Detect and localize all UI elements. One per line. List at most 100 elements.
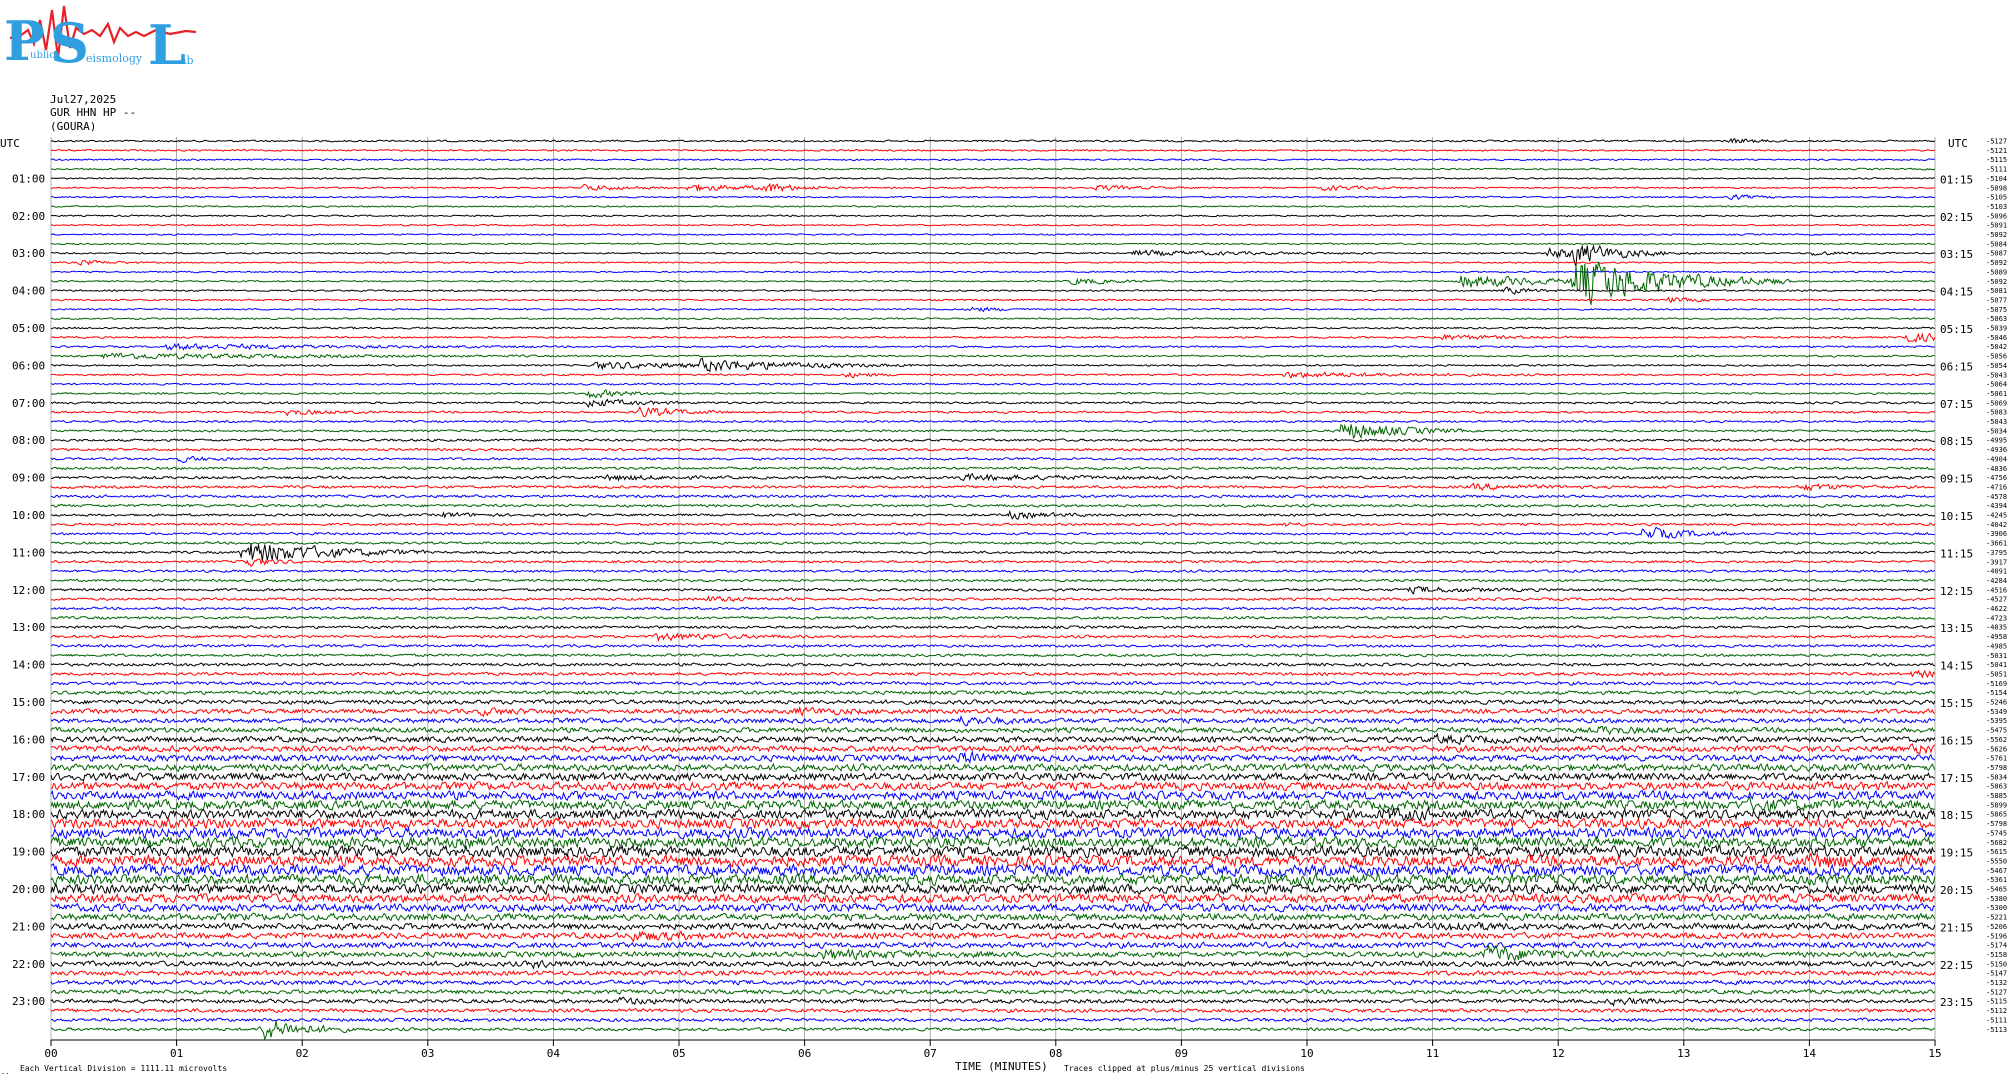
x-tick-label: 13 — [1677, 1047, 1690, 1060]
trace-offset-label: -5246 — [1986, 699, 2007, 707]
trace-row — [50, 690, 1936, 696]
trace-row — [50, 979, 1936, 986]
trace-row — [50, 743, 1936, 755]
right-hour-label: 15:15 — [1940, 697, 1973, 710]
trace-row — [50, 494, 1936, 499]
right-hour-label: 13:15 — [1940, 622, 1973, 635]
trace-row — [50, 795, 1936, 814]
right-hour-labels: 01:15 02:15 03:15 04:15 05:15 06:15 07:15 08:15… — [1940, 173, 1973, 1009]
trace-offset-label: -5467 — [1986, 867, 2007, 875]
utc-left-label: UTC — [0, 137, 20, 150]
trace-offset-label: -5103 — [1986, 203, 2007, 211]
trace-offset-label: -3917 — [1986, 558, 2007, 566]
trace-offset-label: -5147 — [1986, 970, 2007, 978]
logo-letter-p: P — [4, 9, 45, 73]
right-hour-label: 06:15 — [1940, 360, 1973, 373]
right-hour-label: 12:15 — [1940, 585, 1973, 598]
right-hour-label: 05:15 — [1940, 323, 1973, 336]
trace-row — [50, 851, 1936, 869]
right-hour-label: 09:15 — [1940, 473, 1973, 486]
trace-row — [50, 578, 1935, 583]
trace-offset-label: -5043 — [1986, 371, 2007, 379]
left-hour-label: 09:00 — [12, 472, 45, 485]
trace-row — [50, 725, 1936, 736]
trace-row — [50, 732, 1936, 746]
trace-row — [50, 137, 1936, 144]
trace-offset-label: -4835 — [1986, 624, 2007, 632]
trace-row — [50, 541, 1935, 545]
trace-offset-label: -5051 — [1986, 670, 2007, 678]
trace-row — [50, 902, 1936, 913]
left-hour-label: 12:00 — [12, 584, 45, 597]
trace-row — [50, 306, 1935, 313]
trace-offset-label: -5115 — [1986, 156, 2007, 164]
trace-row — [50, 1020, 1935, 1041]
right-hour-label: 08:15 — [1940, 435, 1973, 448]
trace-offset-label: -5092 — [1986, 278, 2007, 286]
trace-offset-label: -5300 — [1986, 904, 2007, 912]
trace-offset-label: -5127 — [1986, 138, 2007, 146]
logo-letter-s: S — [50, 11, 89, 75]
trace-row — [50, 569, 1936, 573]
trace-offset-label: -3795 — [1986, 549, 2007, 557]
left-hour-label: 03:00 — [12, 247, 45, 260]
header-date: Jul27,2025 — [50, 93, 116, 106]
psl-logo: P ublic S eismology L ab — [4, 5, 197, 77]
trace-row — [50, 789, 1935, 802]
trace-row — [50, 389, 1936, 399]
trace-row — [50, 892, 1936, 905]
trace-row — [50, 771, 1936, 782]
trace-row — [50, 669, 1936, 679]
trace-row — [50, 762, 1936, 773]
trace-offset-label: -5089 — [1986, 268, 2007, 276]
trace-row — [50, 817, 1936, 830]
left-hour-label: 15:00 — [12, 696, 45, 709]
x-tick-label: 06 — [798, 1047, 811, 1060]
header-site: (GOURA) — [50, 120, 96, 133]
scale-note: Each Vertical Division = 1111.11 microvo… — [20, 1064, 227, 1073]
trace-offset-label: -5682 — [1986, 839, 2007, 847]
clip-note: Traces clipped at plus/minus 25 vertical… — [1064, 1064, 1305, 1073]
logo-letter-l: L — [148, 13, 186, 77]
trace-row — [50, 643, 1936, 648]
trace-row — [50, 438, 1935, 443]
trace-offset-label: -5092 — [1986, 231, 2007, 239]
x-tick-label: 08 — [1049, 1047, 1062, 1060]
trace-row — [50, 223, 1935, 227]
trace-row — [50, 158, 1935, 162]
trace-row — [50, 371, 1935, 380]
left-hour-label: 04:00 — [12, 285, 45, 298]
trace-offset-label: -5063 — [1986, 315, 2007, 323]
trace-row — [50, 406, 1935, 418]
trace-offset-label: -4756 — [1986, 474, 2007, 482]
trace-offset-label: -5615 — [1986, 848, 2007, 856]
trace-row — [50, 988, 1936, 995]
trace-row — [50, 317, 1936, 321]
trace-offset-label: -4284 — [1986, 577, 2007, 585]
trace-row — [50, 844, 1935, 859]
left-hour-label: 19:00 — [12, 846, 45, 859]
trace-row — [50, 419, 1935, 424]
right-hour-label: 11:15 — [1940, 547, 1973, 560]
trace-row — [50, 680, 1936, 686]
trace-row — [50, 270, 1935, 274]
x-tick-label: 04 — [547, 1047, 561, 1060]
trace-row — [50, 261, 1935, 306]
trace-offset-label: -5550 — [1986, 857, 2007, 865]
left-hour-label: 23:00 — [12, 995, 45, 1008]
trace-row — [50, 205, 1936, 208]
trace-offset-label: -5111 — [1986, 166, 2007, 174]
trace-row — [50, 969, 1936, 977]
x-tick-label: 00 — [44, 1047, 57, 1060]
trace-offset-label: -4836 — [1986, 465, 2007, 473]
left-hour-label: 11:00 — [12, 546, 45, 559]
trace-row — [50, 259, 1935, 266]
left-hour-label: 07:00 — [12, 397, 45, 410]
trace-row — [50, 182, 1935, 193]
trace-offset-label: -5087 — [1986, 250, 2007, 258]
trace-row — [50, 423, 1935, 440]
trace-row — [50, 382, 1936, 386]
trace-offset-label: -5158 — [1986, 951, 2007, 959]
trace-row — [50, 941, 1936, 949]
x-tick-label: 01 — [170, 1047, 183, 1060]
